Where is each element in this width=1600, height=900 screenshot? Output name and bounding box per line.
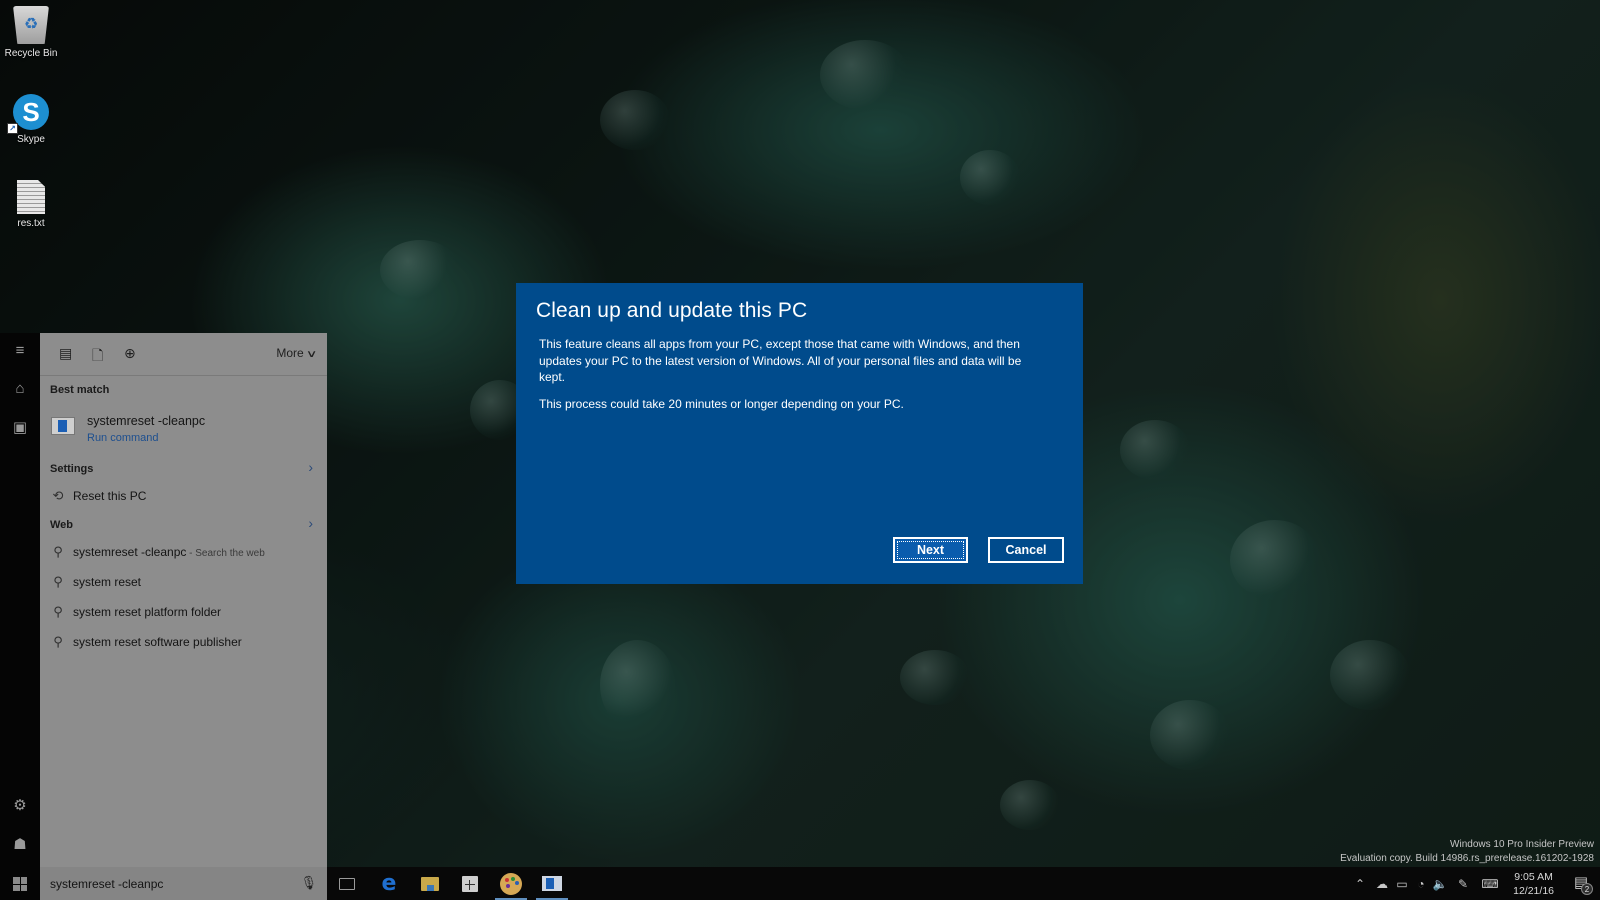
cancel-button[interactable]: Cancel (988, 537, 1064, 563)
dialog-title: Clean up and update this PC (536, 299, 808, 322)
desktop-icon-label: Recycle Bin (4, 48, 58, 59)
watermark-build: Evaluation copy. Build 14986.rs_prerelea… (1340, 853, 1594, 864)
taskbar-run-command[interactable] (532, 867, 572, 900)
clean-up-dialog: Clean up and update this PC This feature… (516, 283, 1083, 584)
documents-filter-icon[interactable]: 🗋 (92, 345, 103, 369)
microphone-icon[interactable]: 🎙 (300, 875, 317, 891)
windows-logo-icon (13, 877, 27, 891)
web-filter-icon[interactable]: ⊕ (124, 345, 136, 362)
clock-date: 12/21/16 (1513, 885, 1554, 897)
home-icon[interactable]: ⌂ (0, 380, 40, 397)
search-input[interactable]: systemreset -cleanpc 🎙 (40, 867, 327, 900)
result-label: systemreset -cleanpc (73, 545, 187, 559)
result-label: Reset this PC (73, 489, 147, 503)
show-hidden-icons-chevron[interactable]: ⌃ (1352, 867, 1368, 900)
result-label: system reset platform folder (73, 605, 222, 619)
settings-gear-icon[interactable]: ⚙ (0, 796, 40, 814)
file-explorer-icon (421, 876, 439, 891)
settings-result-reset-this-pc[interactable]: ⟲ Reset this PC (50, 486, 317, 508)
best-match-title: systemreset -cleanpc (87, 414, 206, 428)
desktop-icon-recycle-bin[interactable]: Recycle Bin (2, 6, 60, 59)
wifi-icon[interactable]: ◔ (1412, 867, 1430, 900)
build-watermark: Windows 10 Pro Insider Preview Evaluatio… (1340, 838, 1594, 866)
touch-keyboard-icon[interactable]: ⌨ (1478, 867, 1502, 900)
history-icon: ⟲ (52, 488, 64, 503)
hamburger-menu-icon[interactable]: ≡ (0, 342, 40, 359)
taskbar-store[interactable] (450, 867, 490, 900)
desktop-icon-label: res.txt (17, 218, 45, 229)
web-result[interactable]: ⚲ system reset platform folder (50, 602, 317, 624)
notebook-icon[interactable]: ▣ (0, 418, 40, 436)
search-input-value: systemreset -cleanpc (50, 877, 164, 891)
desktop-icon-label: Skype (17, 134, 45, 145)
apps-filter-icon[interactable]: ▤ (59, 345, 72, 362)
battery-icon[interactable]: ▭ (1393, 867, 1411, 900)
result-label: system reset (73, 575, 142, 589)
desktop-icon-res-txt[interactable]: res.txt (2, 180, 60, 229)
best-match-subtitle: Run command (87, 432, 159, 444)
chevron-right-icon[interactable]: › (308, 515, 313, 531)
store-icon (462, 875, 478, 892)
web-result[interactable]: ⚲ systemreset -cleanpc - Search the web (50, 542, 317, 564)
clock-time: 9:05 AM (1514, 871, 1553, 883)
task-view-icon (339, 877, 355, 890)
feedback-icon[interactable]: ☗ (0, 835, 40, 853)
web-result[interactable]: ⚲ system reset (50, 572, 317, 594)
watermark-edition: Windows 10 Pro Insider Preview (1450, 839, 1594, 850)
recycle-bin-icon (13, 6, 49, 44)
taskbar-task-view[interactable] (327, 867, 367, 900)
start-button[interactable] (0, 867, 40, 900)
search-icon: ⚲ (53, 604, 63, 619)
onedrive-cloud-icon[interactable]: ☁ (1372, 867, 1392, 900)
shortcut-arrow-icon: ↗ (7, 123, 18, 134)
chevron-right-icon[interactable]: › (308, 459, 313, 475)
result-hint: - Search the web (186, 548, 265, 559)
dialog-description: This feature cleans all apps from your P… (539, 337, 1022, 384)
volume-icon[interactable]: 🔈 (1430, 867, 1450, 900)
search-results-panel: ▤ 🗋 ⊕ More ∨ Best match systemreset -clea… (40, 333, 327, 867)
more-label: More (276, 346, 304, 360)
web-result[interactable]: ⚲ system reset software publisher (50, 632, 317, 654)
search-icon: ⚲ (53, 634, 63, 649)
web-header[interactable]: Web (50, 519, 73, 531)
more-filters-button[interactable]: More ∨ (276, 346, 318, 360)
desktop-icon-skype[interactable]: S ↗ Skype (2, 94, 60, 145)
run-command-icon (51, 417, 75, 435)
taskbar-clock[interactable]: 9:05 AM 12/21/16 (1513, 870, 1554, 898)
action-center-button[interactable]: ▤ 2 (1574, 873, 1593, 895)
best-match-header: Best match (50, 384, 110, 396)
paint-icon (500, 872, 522, 895)
result-label: system reset software publisher (73, 635, 242, 649)
text-file-icon (17, 180, 45, 214)
taskbar-edge[interactable]: e (369, 867, 409, 900)
notification-count-badge: 2 (1581, 883, 1593, 895)
next-button[interactable]: Next (893, 537, 968, 563)
pen-ink-icon[interactable]: ✎ (1454, 867, 1472, 900)
edge-icon: e (381, 871, 397, 896)
search-filter-toolbar: ▤ 🗋 ⊕ More ∨ (40, 333, 327, 376)
dialog-body: This feature cleans all apps from your P… (539, 336, 1049, 422)
search-icon: ⚲ (53, 544, 63, 559)
run-command-icon (542, 876, 562, 891)
chevron-down-icon: ∨ (305, 349, 318, 360)
taskbar-paint[interactable] (491, 867, 531, 900)
taskbar-file-explorer[interactable] (410, 867, 450, 900)
settings-header[interactable]: Settings (50, 463, 93, 475)
search-icon: ⚲ (53, 574, 63, 589)
start-rail: ≡ ⌂ ▣ ⚙ ☗ (0, 333, 40, 900)
skype-icon: S ↗ (7, 94, 49, 134)
dialog-duration-note: This process could take 20 minutes or lo… (539, 396, 904, 411)
